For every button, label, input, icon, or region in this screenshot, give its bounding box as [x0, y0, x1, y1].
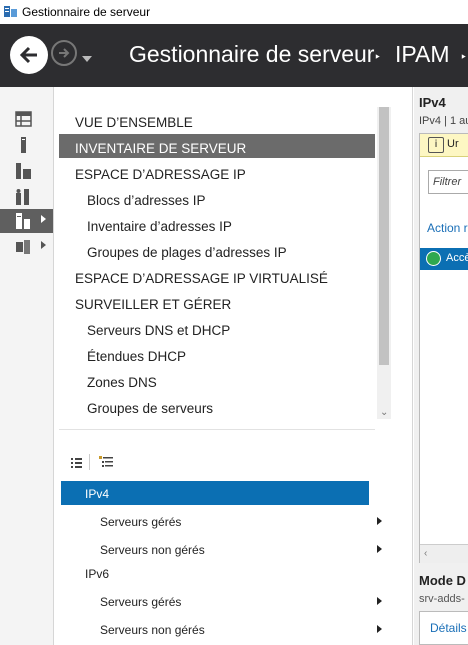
chevron-right-icon — [377, 545, 382, 553]
checkmark-icon — [426, 251, 441, 266]
list-item-ipv6[interactable]: IPv6 — [61, 561, 369, 585]
window-title: Gestionnaire de serveur — [22, 5, 151, 19]
chevron-right-icon — [377, 625, 382, 633]
table-row[interactable]: Accè — [420, 248, 468, 270]
view-toggle-group — [65, 451, 125, 475]
list-item-label: Serveurs gérés — [100, 595, 182, 609]
nav-panel: VUE D’ENSEMBLE INVENTAIRE DE SERVEUR ESP… — [55, 87, 413, 645]
chevron-right-icon — [377, 597, 382, 605]
nav-item-server-groups[interactable]: Groupes de serveurs — [87, 401, 213, 416]
rail-item-roles-group[interactable] — [0, 235, 53, 259]
breadcrumb-server-manager[interactable]: Gestionnaire de serveur — [129, 41, 374, 68]
roles-group-icon — [16, 240, 30, 254]
forward-button[interactable] — [51, 40, 77, 66]
list-item-label: Serveurs gérés — [100, 515, 182, 529]
local-server-icon — [21, 137, 26, 153]
dashboard-icon — [15, 111, 32, 127]
history-dropdown-button[interactable] — [82, 49, 92, 67]
divider — [59, 429, 375, 430]
file-services-icon — [16, 189, 29, 205]
expand-caret-icon — [41, 215, 46, 223]
nav-vertical-scrollbar[interactable]: ⌄ — [377, 107, 391, 419]
chevron-right-icon — [377, 517, 382, 525]
nav-item-dns-zones[interactable]: Zones DNS — [87, 375, 157, 390]
nav-item-ip-address-space[interactable]: ESPACE D’ADRESSAGE IP — [75, 167, 246, 182]
all-servers-icon — [16, 163, 31, 179]
list-item-ipv4-unmanaged[interactable]: Serveurs non gérés — [61, 537, 382, 561]
window-titlebar: Gestionnaire de serveur — [0, 0, 468, 24]
list-item-label: Serveurs non gérés — [100, 543, 205, 557]
expand-caret-icon — [41, 241, 46, 249]
details-section-title: Mode D — [419, 573, 466, 588]
scroll-left-icon[interactable]: ‹ — [424, 548, 427, 559]
content-pane: IPv4 IPv4 | 1 au i Ur Filtrer Action r A… — [414, 87, 468, 645]
list-item-label: IPv6 — [85, 567, 110, 581]
tab-details[interactable]: Détails — [419, 611, 468, 645]
list-item-ipv4[interactable]: IPv4 — [61, 481, 369, 505]
list-item-label: IPv4 — [85, 487, 110, 501]
breadcrumb-separator: ‣ — [460, 50, 468, 64]
details-section-subtitle: srv-adds- — [419, 593, 465, 605]
content-title: IPv4 — [419, 95, 446, 110]
list-item-label: Serveurs non gérés — [100, 623, 205, 637]
rail-item-dashboard[interactable] — [0, 107, 53, 131]
nav-item-overview[interactable]: VUE D’ENSEMBLE — [75, 115, 193, 130]
filter-input[interactable]: Filtrer — [428, 170, 468, 194]
horizontal-scrollbar[interactable]: ‹ — [420, 544, 468, 563]
nav-item-virtual-ip-space[interactable]: ESPACE D’ADRESSAGE IP VIRTUALISÉ — [75, 271, 328, 286]
server-manager-app-icon — [4, 6, 17, 17]
rail-item-all-servers[interactable] — [0, 159, 53, 183]
forward-arrow-icon — [59, 48, 70, 58]
list-item-ipv6-managed[interactable]: Serveurs gérés — [61, 589, 382, 613]
scroll-down-icon[interactable]: ⌄ — [380, 407, 388, 418]
back-button[interactable] — [10, 36, 48, 74]
nav-item-dns-dhcp-servers[interactable]: Serveurs DNS et DHCP — [87, 323, 230, 338]
ipam-icon — [16, 213, 30, 229]
nav-item-ip-range-groups[interactable]: Groupes de plages d’adresses IP — [87, 245, 287, 260]
chevron-down-icon — [82, 56, 92, 62]
list-item-ipv4-managed[interactable]: Serveurs gérés — [61, 509, 382, 533]
nav-item-monitor-manage[interactable]: SURVEILLER ET GÉRER — [75, 297, 231, 312]
tab-label: Détails — [430, 621, 467, 635]
content-frame: i Ur Filtrer Action r Accè ‹ — [419, 133, 468, 563]
divider — [89, 454, 90, 470]
rail-item-ipam[interactable] — [0, 209, 53, 233]
info-text: Ur — [447, 138, 459, 150]
list-item-ipv6-unmanaged[interactable]: Serveurs non gérés — [61, 617, 382, 641]
breadcrumb-ipam[interactable]: IPAM — [395, 41, 450, 68]
nav-item-ip-address-inventory[interactable]: Inventaire d’adresses IP — [87, 219, 232, 234]
rail-item-file-services[interactable] — [0, 185, 53, 209]
back-arrow-icon — [19, 46, 37, 64]
nav-item-dhcp-scopes[interactable]: Étendues DHCP — [87, 349, 186, 364]
app-header: Gestionnaire de serveur ‣ IPAM ‣ — [0, 24, 468, 87]
row-status-text: Accè — [446, 252, 468, 264]
rail-item-local-server[interactable] — [0, 133, 53, 157]
scrollbar-thumb[interactable] — [379, 107, 389, 365]
list-view-icon[interactable] — [71, 457, 82, 468]
breadcrumb-separator: ‣ — [374, 50, 382, 64]
filter-placeholder: Filtrer — [433, 176, 462, 188]
action-link[interactable]: Action r — [427, 221, 468, 235]
nav-item-server-inventory[interactable]: INVENTAIRE DE SERVEUR — [75, 141, 246, 156]
content-subtitle: IPv4 | 1 au — [419, 115, 468, 127]
tree-view-icon[interactable] — [99, 456, 113, 468]
info-bar[interactable]: i Ur — [420, 134, 468, 157]
left-rail — [0, 87, 54, 645]
info-icon: i — [428, 137, 444, 153]
nav-item-ip-address-blocks[interactable]: Blocs d’adresses IP — [87, 193, 206, 208]
